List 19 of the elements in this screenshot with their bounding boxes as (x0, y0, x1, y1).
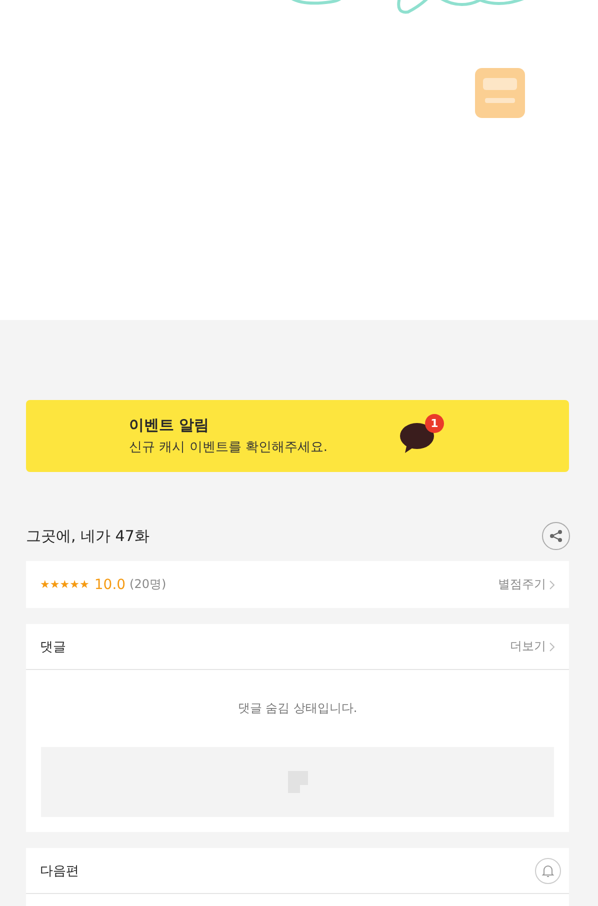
more-link[interactable]: 더보기 (510, 638, 555, 655)
rating-score: 10.0 (94, 576, 126, 592)
rate-link[interactable]: 별점주기 (498, 576, 555, 593)
share-button[interactable] (542, 522, 570, 550)
event-banner[interactable]: 이벤트 알림 신규 캐시 이벤트를 확인해주세요. 1 (26, 400, 569, 472)
star-rating: ★★★★★ (40, 578, 90, 591)
rating-count: (20명) (130, 576, 166, 593)
chevron-right-icon (549, 580, 555, 590)
next-episode-title: 다음편 (40, 862, 79, 880)
banner-title: 이벤트 알림 (129, 416, 210, 435)
notification-badge: 1 (425, 414, 444, 433)
chevron-right-icon (549, 642, 555, 652)
hidden-comments-notice: 댓글 숨김 상태입니다. (238, 700, 358, 717)
comments-title: 댓글 (40, 638, 66, 656)
share-icon (549, 529, 563, 543)
episode-title: 그곳에, 네가 47화 (26, 526, 150, 546)
banner-message: 신규 캐시 이벤트를 확인해주세요. (129, 439, 329, 456)
bell-icon (541, 864, 555, 878)
notification-bell-button[interactable] (535, 858, 561, 884)
